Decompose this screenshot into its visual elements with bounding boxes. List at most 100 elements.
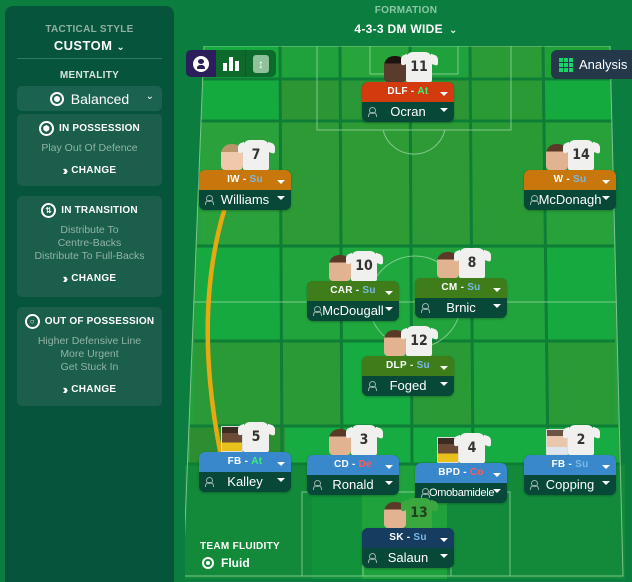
in-transition-change-button[interactable]: ›› CHANGE <box>17 271 162 286</box>
caret-down-icon <box>440 92 448 96</box>
player-selector[interactable]: Kalley <box>199 472 291 492</box>
role-selector[interactable]: BPD - Co <box>415 463 507 483</box>
player-name: Williams <box>220 192 270 207</box>
player-selector[interactable]: McDonagh <box>524 190 616 210</box>
formation-value: 4-3-3 DM WIDE <box>354 22 443 36</box>
in-transition-card: ⇅ IN TRANSITION Distribute To Centre-Back… <box>17 196 162 297</box>
double-chevron-right-icon: ›› <box>62 382 68 397</box>
profile-view-button[interactable] <box>186 50 216 77</box>
shirt-number: 5 <box>243 422 269 452</box>
out-of-possession-title: OUT OF POSSESSION <box>44 316 155 327</box>
player-selector[interactable]: Copping <box>524 475 616 495</box>
player-portrait: 8 <box>415 248 507 278</box>
player-name: Ronald <box>332 477 374 492</box>
tactical-style-value: CUSTOM <box>53 38 113 53</box>
player-slot-gk[interactable]: 13 SK - Su Salaun <box>362 498 454 568</box>
shirt-number: 10 <box>351 251 377 281</box>
instructions-icon: ↕ <box>253 54 269 73</box>
role-selector[interactable]: SK - Su <box>362 528 454 548</box>
player-selector[interactable]: Foged <box>362 376 454 396</box>
in-transition-title: IN TRANSITION <box>61 205 138 216</box>
role-name: W <box>553 174 564 185</box>
shield-ball-icon: ○ <box>24 314 40 329</box>
out-of-possession-change-button[interactable]: ›› CHANGE <box>17 382 162 397</box>
instruction-line: Get Stuck In <box>60 361 119 373</box>
instructions-view-button[interactable]: ↕ <box>246 50 276 77</box>
tactical-style-dropdown[interactable]: CUSTOM ⌄ <box>5 38 174 53</box>
player-slot-lw[interactable]: 7 IW - Su Williams <box>199 140 291 210</box>
player-slot-st[interactable]: 11 DLF - At Ocran <box>362 52 454 122</box>
instruction-line: Higher Defensive Line <box>37 335 142 347</box>
role-selector[interactable]: DLP - Su <box>362 356 454 376</box>
change-label: CHANGE <box>71 384 117 395</box>
player-name: Copping <box>545 477 595 492</box>
mentality-dropdown[interactable]: Balanced ⌄ <box>17 86 162 111</box>
role-selector[interactable]: CM - Su <box>415 278 507 298</box>
player-selector[interactable]: Brnic <box>415 298 507 318</box>
change-label: CHANGE <box>71 273 117 284</box>
formation-label: FORMATION <box>374 5 438 16</box>
player-portrait: 11 <box>362 52 454 82</box>
player-name: Ocran <box>390 104 426 119</box>
role-selector[interactable]: IW - Su <box>199 170 291 190</box>
person-icon <box>193 55 209 72</box>
instruction-line: Distribute To Full-Backs <box>34 250 145 262</box>
role-selector[interactable]: FB - Su <box>524 455 616 475</box>
player-selector[interactable]: Ronald <box>307 475 399 495</box>
role-selector[interactable]: FB - At <box>199 452 291 472</box>
instruction-line: Play Out Of Defence <box>41 142 138 154</box>
role-selector[interactable]: DLF - At <box>362 82 454 102</box>
player-card: DLP - Su Foged <box>362 356 454 396</box>
person-icon <box>205 195 214 205</box>
duty-label: Su <box>416 360 430 371</box>
role-selector[interactable]: CAR - Su <box>307 281 399 301</box>
player-slot-rb[interactable]: 2 FB - Su Copping <box>524 425 616 495</box>
bar-chart-icon <box>222 56 239 71</box>
player-slot-rcm[interactable]: 8 CM - Su Brnic <box>415 248 507 318</box>
duty-label: At <box>251 456 263 467</box>
player-card: W - Su McDonagh <box>524 170 616 210</box>
stats-view-button[interactable] <box>216 50 246 77</box>
player-card: CD - De Ronald <box>307 455 399 495</box>
double-chevron-right-icon: ›› <box>62 163 68 178</box>
duty-label: Su <box>362 285 376 296</box>
duty-label: De <box>358 459 373 470</box>
caret-down-icon <box>277 196 285 200</box>
person-icon <box>368 381 377 391</box>
in-possession-card: ⬢ IN POSSESSION Play Out Of Defence ›› CHA… <box>17 114 162 186</box>
player-selector[interactable]: Salaun <box>362 548 454 568</box>
role-selector[interactable]: W - Su <box>524 170 616 190</box>
player-slot-rw[interactable]: 14 W - Su McDonagh <box>524 140 616 210</box>
role-selector[interactable]: CD - De <box>307 455 399 475</box>
player-portrait: 7 <box>199 140 291 170</box>
player-selector[interactable]: Ocran <box>362 102 454 122</box>
player-name: Salaun <box>387 550 429 565</box>
player-slot-dm[interactable]: 12 DLP - Su Foged <box>362 326 454 396</box>
player-portrait: 3 <box>307 425 399 455</box>
caret-down-icon <box>385 481 393 485</box>
player-portrait: 10 <box>307 251 399 281</box>
player-selector[interactable]: Williams <box>199 190 291 210</box>
player-slot-lcb[interactable]: 3 CD - De Ronald <box>307 425 399 495</box>
formation-dropdown[interactable]: 4-3-3 DM WIDE ⌄ <box>180 22 632 36</box>
analysis-button[interactable]: Analysis <box>551 50 632 79</box>
caret-down-icon <box>385 291 393 295</box>
instruction-line: Distribute To <box>60 224 119 236</box>
mentality-icon <box>49 91 64 106</box>
caret-down-icon <box>277 180 285 184</box>
player-card: CM - Su Brnic <box>415 278 507 318</box>
player-name: McDougall <box>322 303 384 318</box>
shirt-number: 3 <box>351 425 377 455</box>
caret-down-icon <box>602 196 610 200</box>
caret-down-icon <box>602 180 610 184</box>
out-of-possession-card: ○ OUT OF POSSESSION Higher Defensive Line… <box>17 307 162 406</box>
player-selector[interactable]: McDougall <box>307 301 399 321</box>
player-slot-lcm[interactable]: 10 CAR - Su McDougall <box>307 251 399 321</box>
in-possession-change-button[interactable]: ›› CHANGE <box>17 163 162 178</box>
duty-label: Su <box>249 174 263 185</box>
player-slot-lb[interactable]: 5 FB - At Kalley <box>199 422 291 492</box>
duty-label: At <box>417 86 429 97</box>
role-name: SK <box>389 532 404 543</box>
caret-down-icon <box>440 108 448 112</box>
player-slot-rcb[interactable]: 4 BPD - Co Omobamidele <box>415 433 507 503</box>
